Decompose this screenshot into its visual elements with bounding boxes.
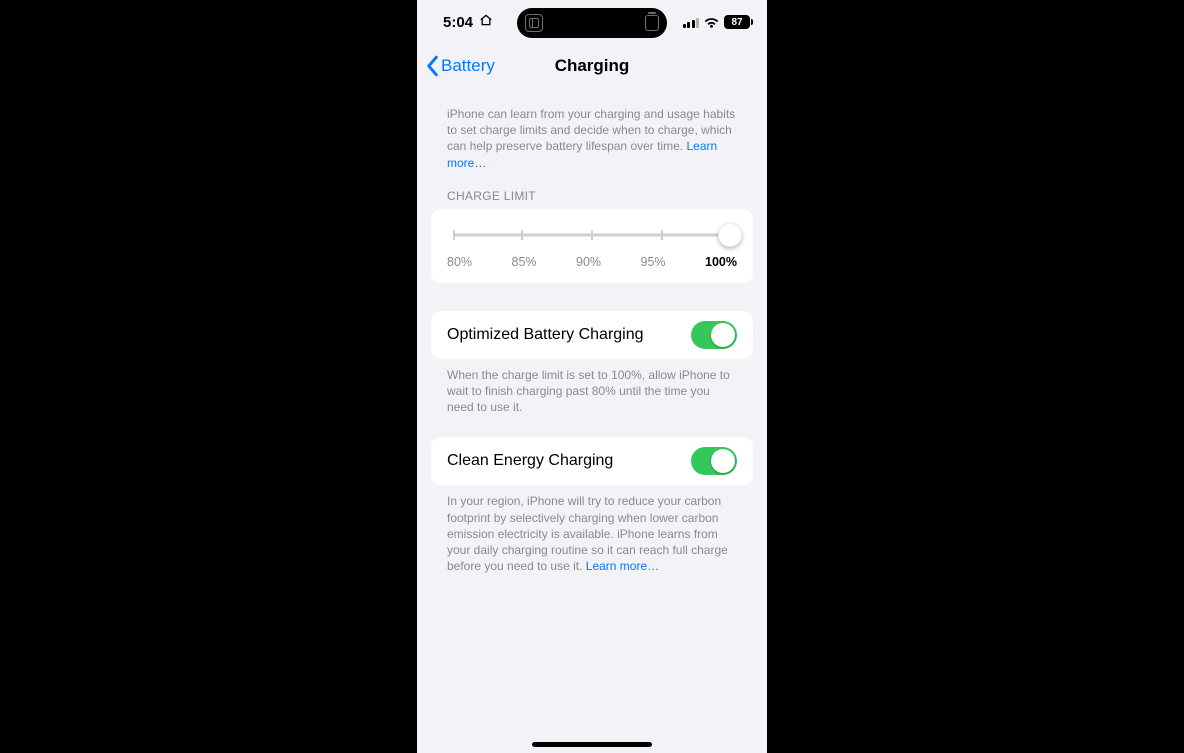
charge-limit-slider[interactable]: 80% 85% 90% 95% 100%	[431, 209, 753, 283]
clean-energy-footer: In your region, iPhone will try to reduc…	[417, 485, 767, 574]
home-indicator-bar[interactable]	[532, 742, 652, 747]
slider-label: 90%	[576, 255, 601, 269]
wifi-icon	[703, 16, 720, 29]
clean-energy-row: Clean Energy Charging	[431, 437, 753, 485]
island-battery-icon	[645, 15, 659, 31]
back-button[interactable]: Battery	[425, 55, 495, 77]
back-label: Battery	[441, 56, 495, 76]
battery-icon: 87	[724, 15, 753, 29]
status-time: 5:04	[443, 14, 473, 31]
optimized-charging-toggle[interactable]	[691, 321, 737, 349]
clean-energy-title: Clean Energy Charging	[447, 452, 613, 470]
content-area: iPhone can learn from your charging and …	[417, 88, 767, 753]
status-bar-left: 5:04	[443, 14, 493, 31]
slider-labels: 80% 85% 90% 95% 100%	[447, 255, 737, 269]
slider-tick	[591, 230, 593, 240]
clean-energy-toggle[interactable]	[691, 447, 737, 475]
battery-percent: 87	[731, 17, 742, 28]
home-indicator-icon	[479, 13, 493, 30]
status-bar: 5:04	[417, 0, 767, 44]
phone-frame: 5:04	[417, 0, 767, 753]
optimized-charging-footer: When the charge limit is set to 100%, al…	[417, 359, 767, 416]
slider-thumb[interactable]	[718, 223, 742, 247]
dynamic-island	[517, 8, 667, 38]
clean-energy-card: Clean Energy Charging	[431, 437, 753, 485]
charge-limit-card: 80% 85% 90% 95% 100%	[431, 209, 753, 283]
chevron-left-icon	[425, 55, 439, 77]
slider-tick	[521, 230, 523, 240]
status-bar-right: 87	[683, 15, 754, 29]
nav-header: Battery Charging	[417, 44, 767, 88]
slider-tick	[453, 230, 455, 240]
slider-tick	[661, 230, 663, 240]
slider-label: 95%	[641, 255, 666, 269]
island-app-icon	[525, 14, 543, 32]
slider-label-active: 100%	[705, 255, 737, 269]
optimized-charging-card: Optimized Battery Charging	[431, 311, 753, 359]
charge-limit-header: CHARGE LIMIT	[417, 171, 767, 209]
slider-label: 85%	[512, 255, 537, 269]
optimized-charging-title: Optimized Battery Charging	[447, 326, 644, 344]
clean-energy-learn-more-link[interactable]: Learn more…	[586, 559, 659, 573]
optimized-charging-row: Optimized Battery Charging	[431, 311, 753, 359]
intro-description: iPhone can learn from your charging and …	[417, 88, 767, 171]
cellular-signal-icon	[683, 16, 700, 28]
slider-label: 80%	[447, 255, 472, 269]
